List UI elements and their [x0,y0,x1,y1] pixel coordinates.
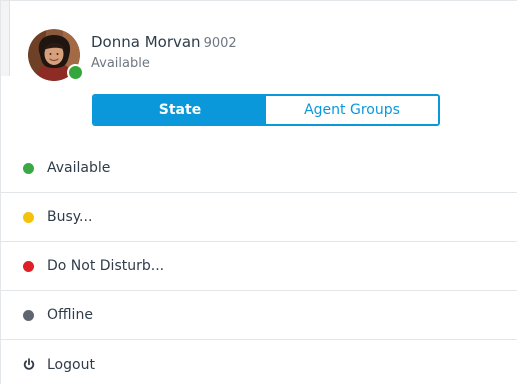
menu-item-label: Available [47,160,111,176]
user-avatar [28,29,84,81]
tab-state[interactable]: State [94,96,266,124]
user-info: Donna Morvan 9002 Available [91,33,237,72]
menu-item-label: Busy... [47,209,93,225]
menu-item-busy[interactable]: Busy... [1,193,517,242]
menu-item-label: Do Not Disturb... [47,258,165,274]
do-not-disturb-dot-icon [23,260,34,272]
agent-state-menu: Available Busy... Do Not Disturb... Offl… [1,144,517,384]
user-extension: 9002 [203,36,237,51]
menu-item-label: Logout [47,356,95,373]
user-header: Donna Morvan 9002 Available [28,28,237,82]
menu-item-do-not-disturb[interactable]: Do Not Disturb... [1,242,517,291]
available-dot-icon [23,162,34,174]
menu-item-label: Offline [47,307,93,323]
user-status-text: Available [91,56,150,71]
busy-dot-icon [23,211,34,223]
left-page-edge [1,1,10,76]
agent-state-panel: Donna Morvan 9002 Available State Agent G… [0,0,517,384]
power-icon [23,358,35,370]
offline-dot-icon [23,309,34,321]
user-name: Donna Morvan [91,33,201,51]
menu-item-logout[interactable]: Logout [1,340,517,384]
view-switch: State Agent Groups [92,94,440,126]
menu-item-offline[interactable]: Offline [1,291,517,340]
presence-status-dot [67,64,84,81]
tab-agent-groups[interactable]: Agent Groups [266,96,438,124]
menu-item-available[interactable]: Available [1,144,517,193]
user-name-line: Donna Morvan 9002 [91,33,237,53]
